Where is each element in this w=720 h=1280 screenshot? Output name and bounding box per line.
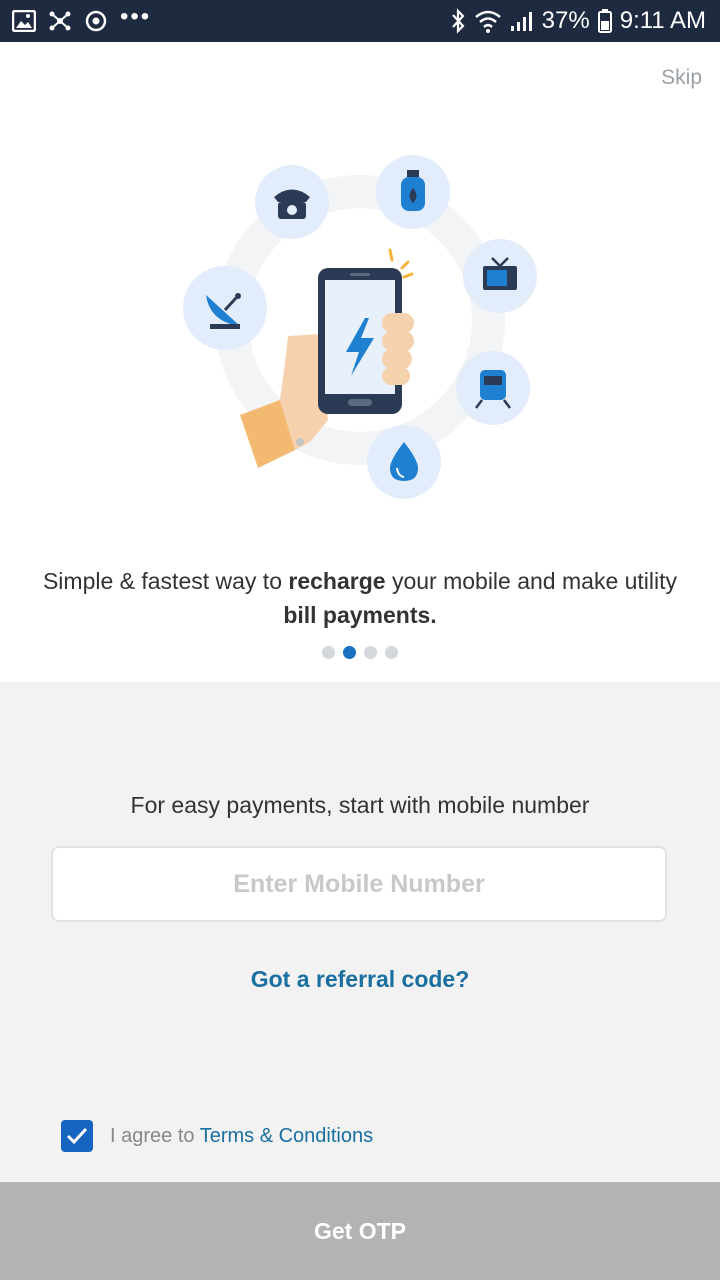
signal-icon <box>510 12 532 31</box>
page-dot[interactable] <box>322 646 335 659</box>
caption-text: your mobile and make utility <box>385 568 678 594</box>
wifi-icon <box>474 10 501 33</box>
checkmark-icon <box>66 1127 88 1145</box>
more-notifications-icon: ••• <box>120 3 152 30</box>
page-dot[interactable] <box>385 646 398 659</box>
image-icon <box>12 10 36 32</box>
satellite-dish-icon <box>183 266 267 350</box>
onboarding-caption: Simple & fastest way to recharge your mo… <box>40 564 680 632</box>
page-dot[interactable] <box>364 646 377 659</box>
mobile-prompt: For easy payments, start with mobile num… <box>130 792 590 818</box>
caption-bold: bill payments. <box>283 602 437 628</box>
clock: 9:11 AM <box>619 7 706 34</box>
terms-agreement: I agree to Terms & Conditions <box>61 1120 373 1152</box>
train-icon <box>456 351 530 425</box>
caption-bold: recharge <box>288 568 386 594</box>
battery-icon <box>597 9 612 33</box>
agree-checkbox[interactable] <box>61 1120 93 1152</box>
bluetooth-icon <box>451 8 465 34</box>
caption-text: Simple & fastest way to <box>42 568 289 594</box>
status-left-icons: ••• <box>12 3 151 34</box>
status-bar: ••• 37% 9:11 AM <box>0 0 720 42</box>
battery-percent: 37% <box>541 7 590 34</box>
agree-label: I agree to Terms & Conditions <box>110 1125 373 1148</box>
sync-icon <box>85 10 107 32</box>
agree-text: I agree to <box>110 1124 200 1147</box>
terms-link[interactable]: Terms & Conditions <box>200 1125 373 1147</box>
page-indicator[interactable] <box>0 646 720 659</box>
status-right: 37% 9:11 AM <box>450 6 706 36</box>
page-dot-active[interactable] <box>343 646 356 659</box>
onboarding-illustration <box>183 155 537 499</box>
skip-button[interactable]: Skip <box>661 66 702 90</box>
mobile-number-input[interactable] <box>51 846 667 922</box>
login-panel <box>0 682 720 1182</box>
referral-code-link[interactable]: Got a referral code? <box>0 966 720 993</box>
tv-icon <box>463 239 537 313</box>
gas-cylinder-icon <box>376 155 450 229</box>
network-icon <box>49 11 71 31</box>
get-otp-button[interactable]: Get OTP <box>0 1182 720 1280</box>
water-drop-icon <box>367 425 441 499</box>
telephone-icon <box>255 165 329 239</box>
